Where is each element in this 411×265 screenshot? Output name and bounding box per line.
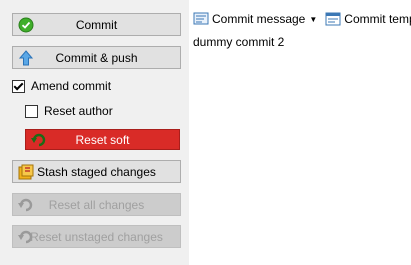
- commit-message-text[interactable]: dummy commit 2: [193, 35, 284, 49]
- reset-unstaged-button[interactable]: Reset unstaged changes: [12, 225, 181, 248]
- amend-commit-label: Amend commit: [31, 79, 112, 93]
- commit-push-button[interactable]: Commit & push: [12, 46, 181, 69]
- reset-soft-button[interactable]: Reset soft: [25, 129, 180, 150]
- stash-staged-button-label: Stash staged changes: [37, 164, 156, 179]
- reset-soft-button-label: Reset soft: [75, 132, 130, 147]
- commit-template-dropdown[interactable]: Commit temp: [325, 11, 411, 27]
- chevron-down-icon: ▼: [309, 14, 318, 24]
- stash-icon: [18, 164, 34, 180]
- commit-actions-panel: Commit Commit & push Amend commit Reset …: [0, 0, 189, 265]
- commit-message-panel: Commit message ▼ Commit temp dummy commi…: [189, 0, 411, 265]
- green-check-circle-icon: [18, 17, 34, 33]
- reset-all-button-label: Reset all changes: [48, 197, 145, 212]
- commit-button-label: Commit: [75, 17, 118, 32]
- amend-commit-checkbox[interactable]: Amend commit: [12, 78, 111, 94]
- undo-arrow-icon: [18, 229, 34, 245]
- reset-author-checkbox[interactable]: Reset author: [25, 103, 113, 119]
- commit-push-button-label: Commit & push: [55, 50, 138, 65]
- reset-author-box[interactable]: [25, 104, 38, 118]
- commit-button[interactable]: Commit: [12, 13, 181, 36]
- reset-author-label: Reset author: [44, 104, 113, 118]
- commit-template-label: Commit temp: [344, 12, 411, 26]
- message-icon: [193, 11, 209, 27]
- commit-message-dropdown[interactable]: Commit message ▼: [193, 11, 317, 27]
- message-toolbar: Commit message ▼ Commit temp: [193, 10, 411, 28]
- blue-up-arrow-icon: [18, 50, 34, 66]
- template-icon: [325, 11, 341, 27]
- commit-message-label: Commit message: [212, 12, 306, 26]
- undo-arrow-icon: [31, 132, 47, 148]
- undo-arrow-icon: [18, 197, 34, 213]
- reset-all-button[interactable]: Reset all changes: [12, 193, 181, 216]
- reset-unstaged-button-label: Reset unstaged changes: [30, 229, 163, 244]
- amend-commit-box[interactable]: [12, 79, 25, 93]
- check-mark-icon: [13, 80, 24, 90]
- stash-staged-button[interactable]: Stash staged changes: [12, 160, 181, 183]
